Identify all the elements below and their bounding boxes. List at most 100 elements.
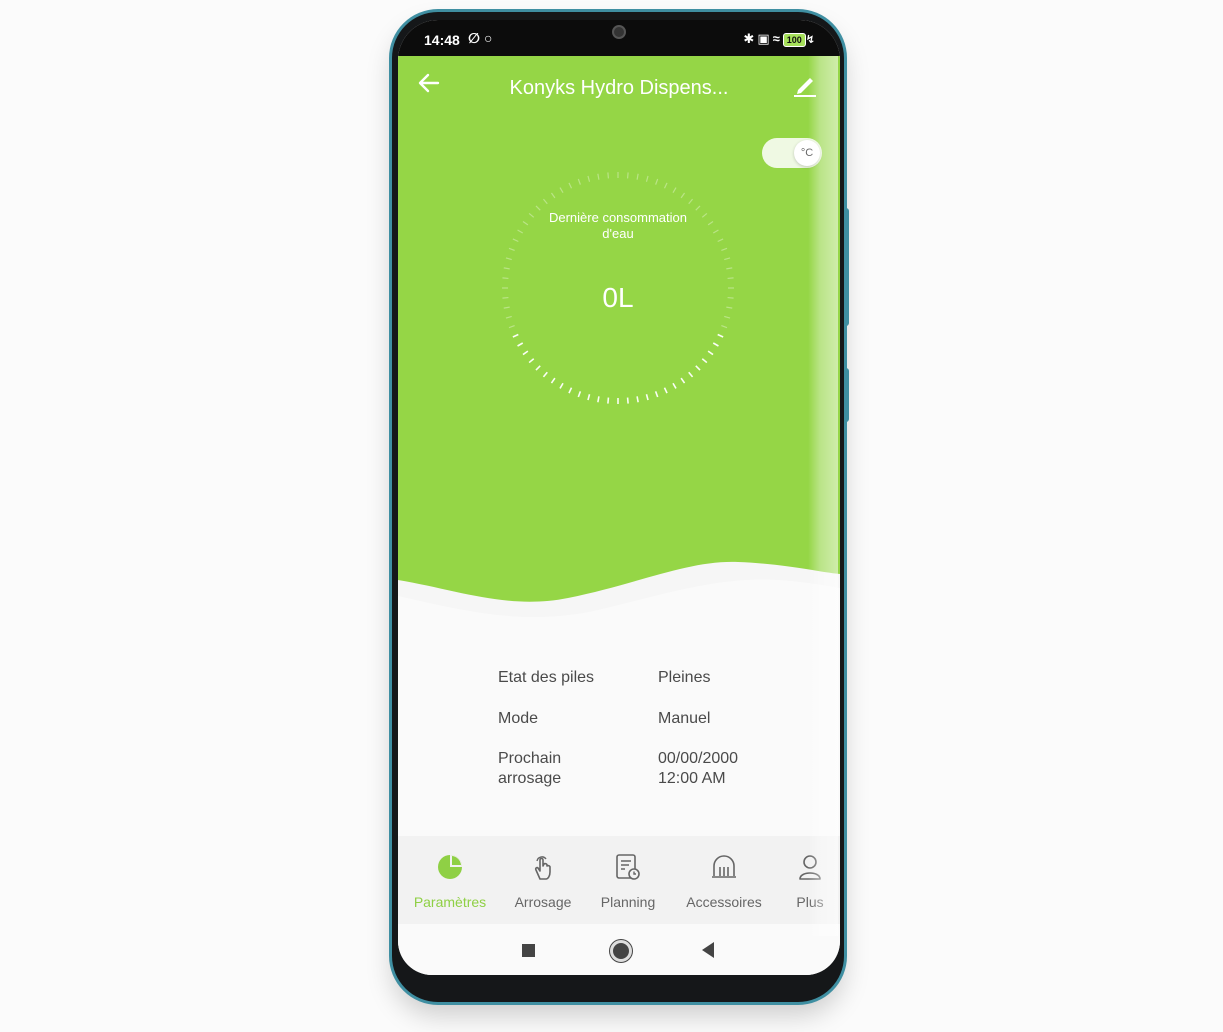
gauge-tick [717, 238, 724, 243]
gauge-tick [502, 296, 509, 299]
gauge-tick [505, 315, 512, 319]
gauge-tick [535, 365, 541, 371]
gauge-tick [663, 182, 668, 189]
gauge-tick [550, 377, 556, 384]
unit-toggle[interactable]: °C [762, 138, 822, 168]
gauge-tick [636, 396, 639, 403]
gauge-tick [587, 394, 591, 401]
gauge-label: Dernière consommation d'eau [548, 210, 687, 241]
nfc-icon: ▣ [757, 31, 773, 46]
gauge-tick [724, 257, 731, 261]
gauge-tick [512, 333, 519, 338]
wave-divider [398, 561, 840, 650]
bluetooth-icon: ✱ [743, 31, 758, 46]
gauge-tick [587, 175, 591, 182]
gauge-tick [727, 296, 734, 299]
gauge-tick [707, 350, 714, 356]
gauge-tick [701, 358, 708, 364]
wifi-icon: ≈ [772, 31, 783, 46]
accessory-icon [712, 855, 736, 878]
gauge-tick [655, 178, 659, 185]
info-value: 00/00/2000 12:00 AM [658, 750, 739, 787]
charging-icon: ↯ [805, 34, 818, 46]
gauge-tick [712, 342, 719, 347]
gauge-tick [597, 173, 600, 180]
info-label: Mode [498, 710, 539, 727]
gauge-tick [672, 187, 677, 194]
nav-item-arrosage[interactable]: Arrosage [504, 836, 582, 924]
gauge-tick [517, 342, 524, 347]
gauge-tick [688, 371, 694, 378]
gauge-tick [528, 358, 535, 364]
gauge-tick [680, 377, 686, 384]
bottom-nav: Paramètres Arrosage Planning Accessoires… [398, 836, 840, 924]
gauge-tick [559, 382, 564, 389]
recent-apps-button[interactable] [522, 944, 535, 957]
unit-toggle-knob: °C [794, 140, 820, 166]
nav-item-planning[interactable]: Planning [590, 836, 666, 924]
system-back-button[interactable] [702, 942, 714, 958]
nav-label: Paramètres [413, 894, 487, 910]
gauge-tick [717, 333, 724, 338]
gauge-tick [721, 247, 728, 251]
gauge-tick [517, 229, 524, 234]
gauge-tick [636, 173, 639, 180]
gauge-tick [568, 387, 573, 394]
nav-item-plus[interactable]: Plus [782, 836, 838, 924]
gauge-tick [695, 365, 701, 371]
gauge-tick [503, 306, 510, 309]
gauge-tick [522, 350, 529, 356]
nav-label: Planning [600, 894, 656, 910]
gauge-tick [672, 382, 677, 389]
home-button[interactable] [610, 940, 632, 962]
gauge-tick [542, 371, 548, 378]
gauge-tick [577, 391, 582, 398]
gauge-tick [645, 175, 649, 182]
gauge-tick [577, 178, 581, 185]
gauge-tick [505, 257, 512, 261]
gauge-tick [688, 198, 694, 205]
gauge-tick [508, 325, 515, 329]
gauge-tick [626, 397, 629, 404]
gauge-tick [550, 192, 556, 199]
page-title: Konyks Hydro Dispens... [509, 77, 729, 99]
gauge-tick [626, 172, 629, 179]
gauge-tick [726, 267, 733, 270]
hand-tap-icon [534, 856, 551, 880]
gauge-tick [559, 187, 564, 194]
gauge-tick [707, 220, 714, 226]
gauge-tick [503, 267, 510, 270]
user-icon [799, 855, 821, 880]
nav-label: Accessoires [686, 894, 762, 910]
edit-button[interactable] [792, 72, 820, 100]
gauge-tick [727, 277, 734, 280]
front-camera [612, 25, 626, 39]
gauge-tick [568, 182, 573, 189]
gauge-tick [607, 397, 610, 404]
nav-item-accessoires[interactable]: Accessoires [678, 836, 770, 924]
info-value: Pleines [658, 669, 711, 686]
gauge-tick [663, 387, 668, 394]
gauge-tick [721, 325, 728, 329]
gauge-tick [597, 396, 600, 403]
gauge-tick [712, 229, 719, 234]
info-value: Manuel [658, 710, 711, 727]
gauge-tick [680, 192, 686, 199]
info-label: Prochain arrosage [498, 750, 562, 787]
nav-label: Arrosage [514, 894, 572, 910]
status-time: 14:48 [424, 32, 460, 48]
gauge-value: 0L [602, 282, 634, 313]
schedule-icon [616, 854, 640, 880]
gauge-tick [726, 306, 733, 309]
system-nav-bar [398, 926, 840, 975]
status-bar: 14:48 ∅○ ✱▣≈ 100 ↯ [398, 20, 840, 56]
screen: 14:48 ∅○ ✱▣≈ 100 ↯ Konyks Hydro Dispens...… [398, 20, 840, 975]
gauge-tick [654, 391, 659, 398]
nav-item-parametres[interactable]: Paramètres [408, 836, 492, 924]
gauge-tick [645, 394, 649, 401]
gauge-tick [607, 172, 610, 179]
power-button [844, 368, 849, 422]
gauge-tick [508, 247, 515, 251]
pencil-icon [794, 78, 816, 97]
pie-chart-icon [438, 855, 462, 879]
